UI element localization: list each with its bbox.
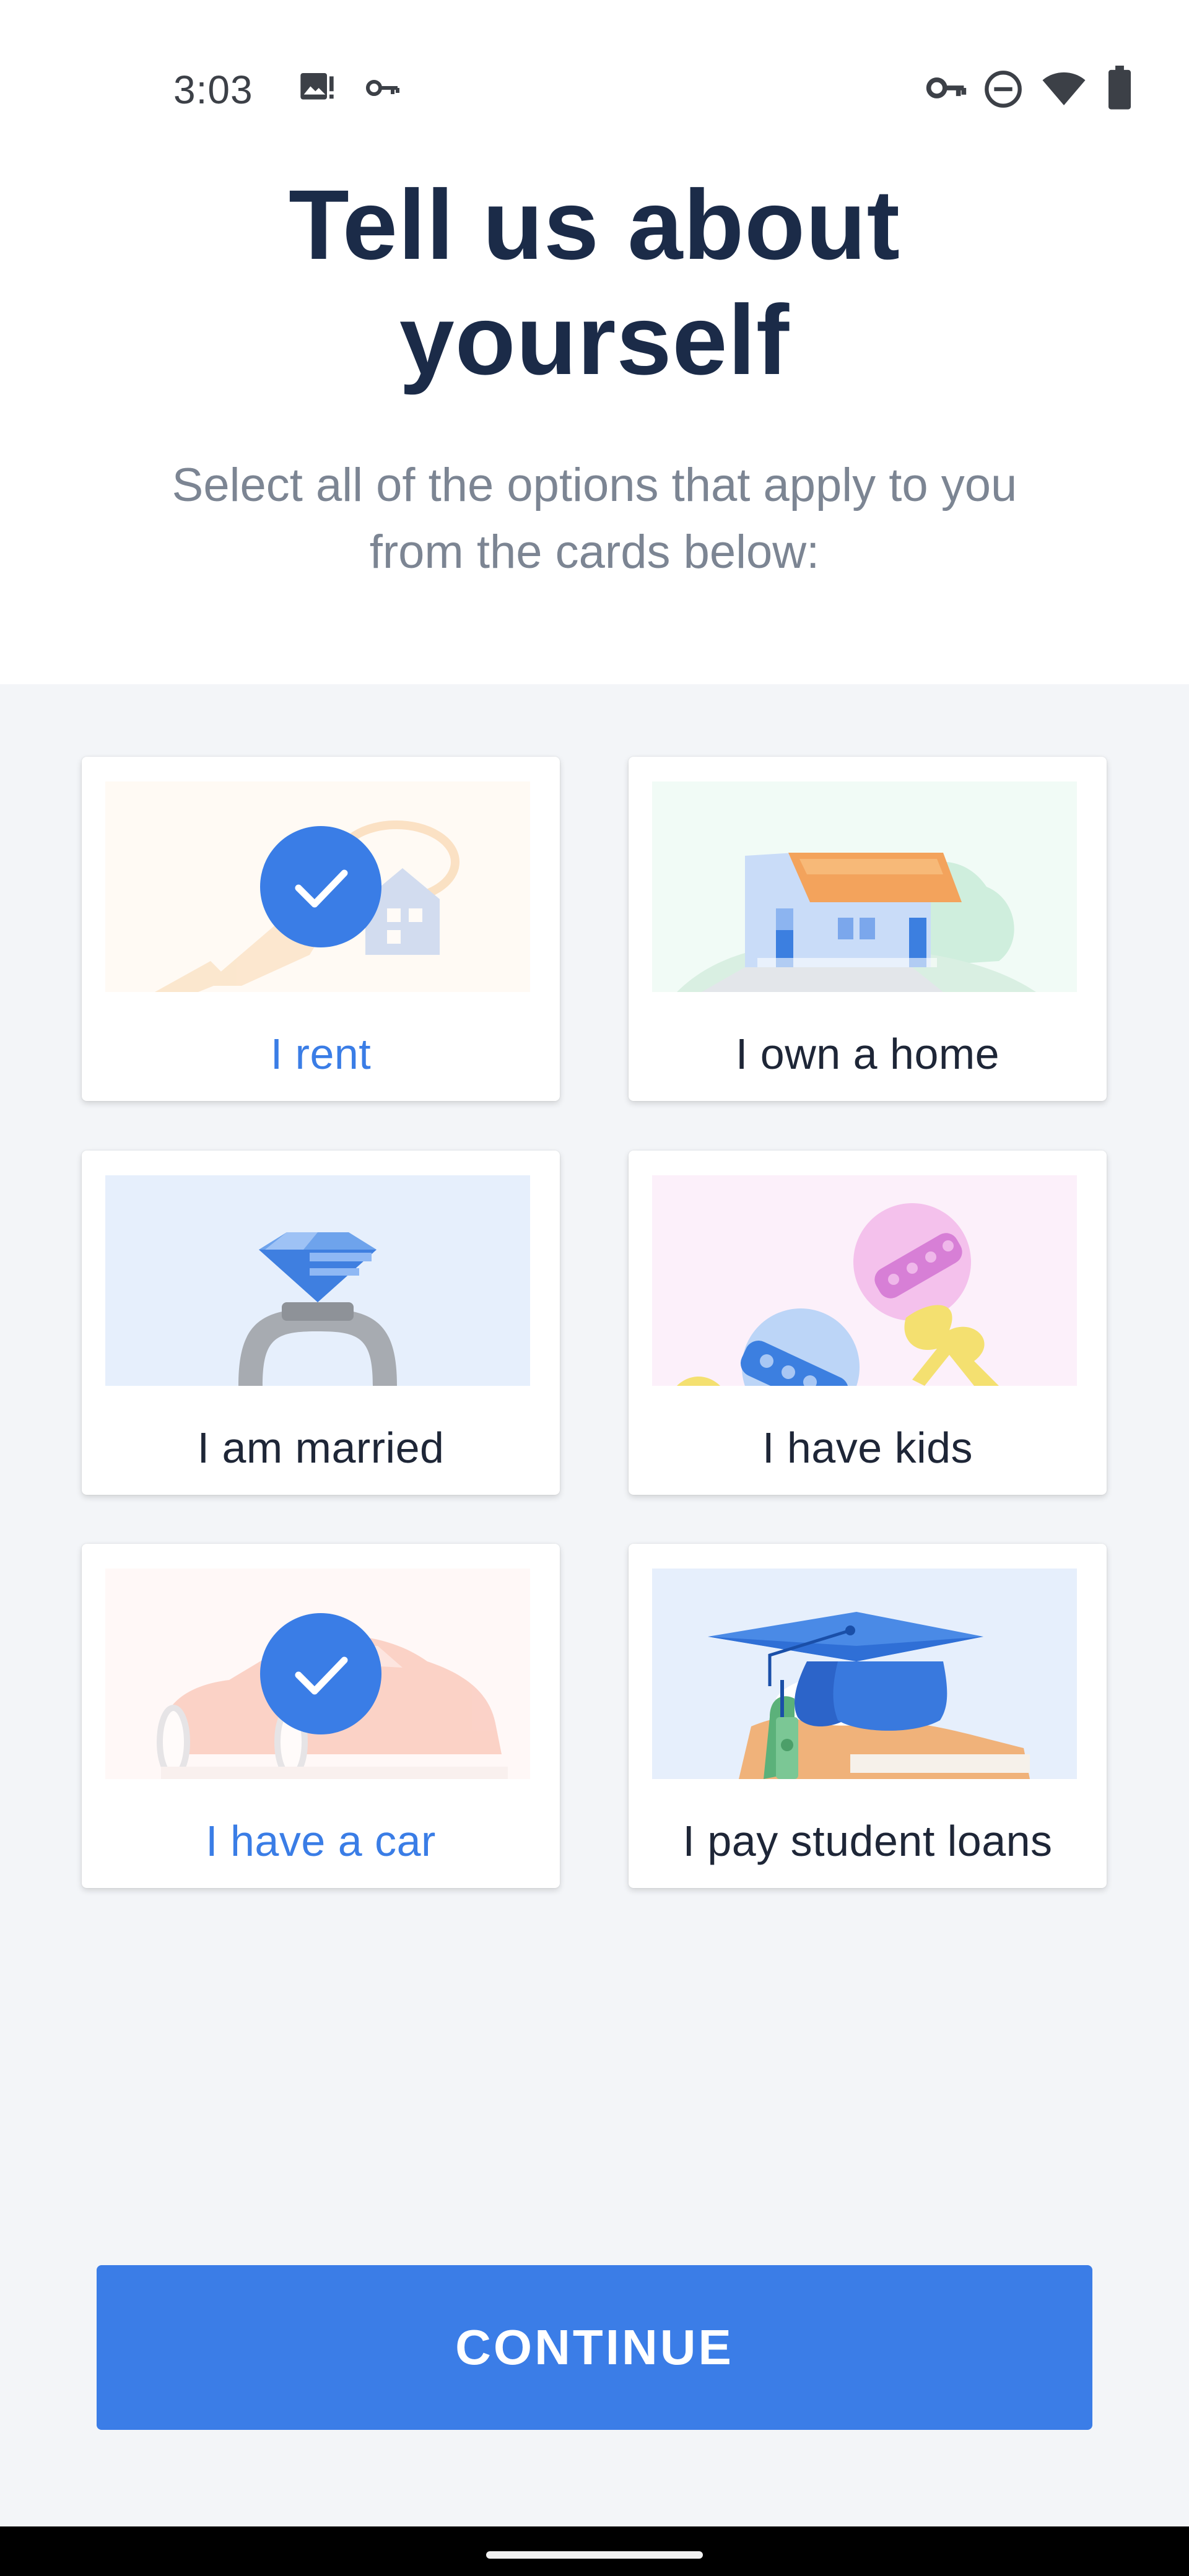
page-subtitle-line2: from the cards below: <box>369 526 820 578</box>
home-gesture-handle[interactable] <box>486 2551 703 2559</box>
option-label: I pay student loans <box>682 1817 1053 1865</box>
option-label: I have a car <box>206 1817 436 1865</box>
check-icon <box>260 1613 381 1734</box>
page-title: Tell us about yourself <box>0 167 1189 398</box>
graduation-cap-illustration <box>652 1569 1077 1779</box>
vpn-key-icon <box>926 73 967 106</box>
option-card-car[interactable]: I have a car <box>82 1544 560 1888</box>
page-title-line1: Tell us about <box>289 169 900 280</box>
ring-illustration <box>105 1175 530 1386</box>
status-bar: 3:03 <box>0 0 1189 186</box>
option-card-student-loans[interactable]: I pay student loans <box>629 1544 1107 1888</box>
do-not-disturb-icon <box>983 69 1023 112</box>
status-time: 3:03 <box>173 67 253 112</box>
option-label: I am married <box>197 1424 445 1472</box>
page-subtitle: Select all of the options that apply to … <box>124 452 1065 586</box>
rattle-illustration <box>652 1175 1077 1386</box>
option-label: I have kids <box>762 1424 973 1472</box>
option-card-married[interactable]: I am married <box>82 1151 560 1495</box>
option-card-rent[interactable]: I rent <box>82 757 560 1101</box>
page-title-line2: yourself <box>399 284 790 395</box>
option-label: I own a home <box>735 1030 1000 1078</box>
wifi-icon <box>1042 69 1086 111</box>
page-subtitle-line1: Select all of the options that apply to … <box>172 459 1017 511</box>
house-illustration <box>652 781 1077 992</box>
check-icon <box>260 826 381 947</box>
battery-icon <box>1107 66 1132 113</box>
navigation-bar <box>0 2526 1189 2576</box>
option-label: I rent <box>270 1030 372 1078</box>
key-icon <box>365 73 400 106</box>
image-alert-icon <box>297 68 337 111</box>
continue-button[interactable]: CONTINUE <box>97 2265 1092 2430</box>
option-card-kids[interactable]: I have kids <box>629 1151 1107 1495</box>
option-card-own-home[interactable]: I own a home <box>629 757 1107 1101</box>
